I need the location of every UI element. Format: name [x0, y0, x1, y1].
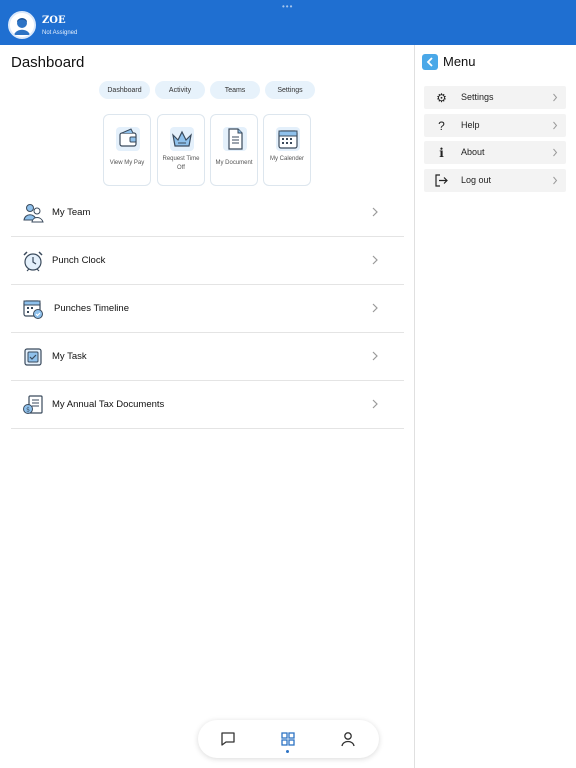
- card-label: Request Time Off: [162, 156, 200, 171]
- menu-item-settings[interactable]: ⚙ Settings: [424, 86, 566, 109]
- card-label: View My Pay: [109, 160, 145, 166]
- active-tab-indicator: [286, 750, 289, 753]
- menu-item-label: About: [461, 147, 485, 157]
- user-avatar[interactable]: [8, 11, 36, 39]
- tab-teams[interactable]: Teams: [210, 81, 260, 99]
- menu-item-label: Settings: [461, 92, 494, 102]
- my-document-card[interactable]: My Document: [210, 114, 258, 186]
- request-time-off-card[interactable]: Request Time Off: [157, 114, 205, 186]
- grid-icon[interactable]: [279, 730, 297, 748]
- page-title: Dashboard: [11, 54, 85, 71]
- bottom-tab-bar: [198, 720, 379, 758]
- card-label: My Document: [215, 160, 253, 166]
- crown-icon: [170, 127, 194, 151]
- user-status: Not Assigned: [42, 30, 78, 36]
- alarm-clock-icon: [23, 251, 43, 272]
- document-icon: [223, 127, 247, 151]
- dashboard-panel: Dashboard Dashboard Activity Teams Setti…: [0, 45, 414, 768]
- person-icon[interactable]: [339, 730, 357, 748]
- wallet-icon: [116, 127, 140, 151]
- app-header: ••• ZOE Not Assigned: [0, 0, 576, 45]
- side-menu: Menu ⚙ Settings ? Help i About Log out: [415, 45, 576, 768]
- chevron-right-icon: [553, 121, 558, 130]
- list-item-label: Punches Timeline: [54, 303, 129, 314]
- logout-icon: [435, 174, 448, 187]
- list-item-my-annual-tax-documents[interactable]: $ My Annual Tax Documents: [11, 382, 404, 429]
- chevron-right-icon: [553, 93, 558, 102]
- list-item-my-task[interactable]: My Task: [11, 334, 404, 381]
- list-item-label: My Annual Tax Documents: [52, 399, 165, 410]
- tab-activity[interactable]: Activity: [155, 81, 205, 99]
- menu-item-label: Log out: [461, 175, 492, 185]
- calendar-icon: [276, 127, 300, 151]
- team-icon: [23, 204, 44, 223]
- window-grabber-icon[interactable]: •••: [282, 3, 293, 11]
- tab-settings[interactable]: Settings: [265, 81, 315, 99]
- list-item-punch-clock[interactable]: Punch Clock: [11, 238, 404, 285]
- chevron-right-icon: [553, 176, 558, 185]
- menu-item-about[interactable]: i About: [424, 141, 566, 164]
- chevron-right-icon: [553, 148, 558, 157]
- list-item-label: Punch Clock: [52, 255, 106, 266]
- menu-item-log-out[interactable]: Log out: [424, 169, 566, 192]
- gear-icon: ⚙: [436, 90, 447, 105]
- tax-document-icon: $: [23, 395, 43, 414]
- chevron-right-icon: [372, 351, 378, 361]
- list-item-label: My Team: [52, 207, 91, 218]
- chevron-right-icon: [372, 303, 378, 313]
- chevron-right-icon: [372, 207, 378, 217]
- my-calender-card[interactable]: My Calender: [263, 114, 311, 186]
- menu-back-button[interactable]: [422, 54, 438, 70]
- tab-dashboard[interactable]: Dashboard: [99, 81, 150, 99]
- question-icon: ?: [438, 118, 445, 133]
- menu-title: Menu: [443, 54, 476, 69]
- info-icon: i: [439, 145, 444, 160]
- timeline-calendar-icon: [23, 300, 43, 319]
- menu-item-label: Help: [461, 120, 480, 130]
- task-icon: [24, 348, 42, 366]
- list-item-label: My Task: [52, 351, 87, 362]
- chevron-right-icon: [372, 255, 378, 265]
- menu-item-help[interactable]: ? Help: [424, 114, 566, 137]
- view-my-pay-card[interactable]: View My Pay: [103, 114, 151, 186]
- user-name: ZOE: [42, 15, 66, 26]
- chat-icon[interactable]: [219, 730, 237, 748]
- card-label: My Calender: [269, 156, 304, 162]
- chevron-left-icon: [426, 57, 433, 67]
- chevron-right-icon: [372, 399, 378, 409]
- list-item-my-team[interactable]: My Team: [11, 190, 404, 237]
- svg-text:$: $: [26, 407, 30, 414]
- list-item-punches-timeline[interactable]: Punches Timeline: [11, 286, 404, 333]
